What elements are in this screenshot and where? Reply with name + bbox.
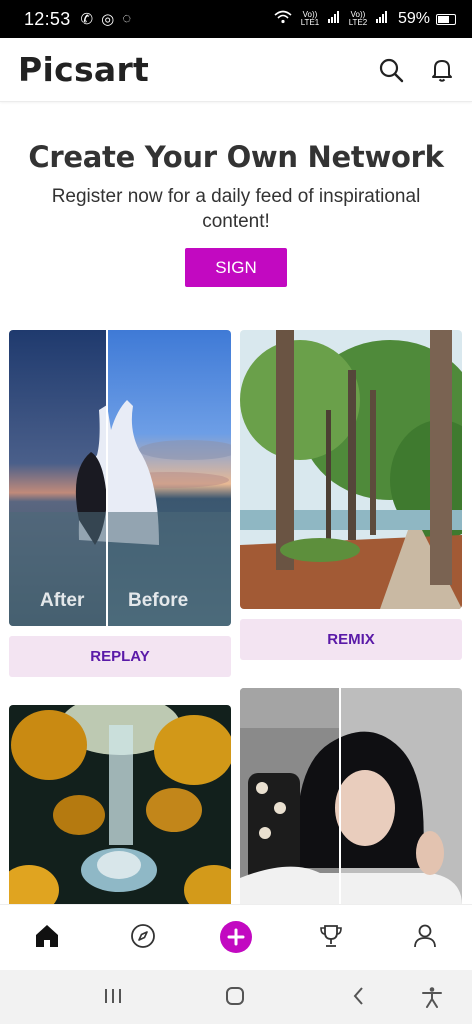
register-promo: Create Your Own Network Register now for…: [0, 140, 472, 317]
wifi-icon: [274, 10, 292, 29]
remix-button[interactable]: REMIX: [240, 619, 462, 660]
bell-icon[interactable]: [430, 57, 454, 83]
signal-icon: [375, 10, 388, 28]
signal-icon: [327, 10, 340, 28]
status-bar: 12:53 ✆ ◎ ◌ Vo)) LTE1 Vo)) LTE2 59%: [0, 0, 472, 38]
after-label: After: [40, 590, 85, 611]
app-notification-icon: ◎: [101, 11, 115, 28]
before-label: Before: [128, 590, 189, 611]
before-after-image: [9, 330, 231, 626]
replay-button[interactable]: REPLAY: [9, 636, 231, 677]
signup-button[interactable]: SIGN UP: [185, 248, 287, 316]
status-time: 12:53: [24, 8, 71, 29]
promo-title: Create Your Own Network: [28, 140, 444, 174]
explore-icon[interactable]: [130, 923, 156, 954]
status-right: Vo)) LTE1 Vo)) LTE2 59%: [274, 10, 456, 29]
battery-icon: [436, 13, 456, 25]
search-icon[interactable]: [378, 57, 404, 83]
picsart-logo: Picsart: [18, 50, 150, 89]
system-navigation-bar: [0, 970, 472, 1024]
battery-percent: 59%: [397, 10, 430, 27]
accessibility-icon[interactable]: [421, 986, 443, 1013]
missed-call-icon: ✆: [80, 11, 94, 28]
forest-image: [240, 330, 462, 609]
lte1-label: Vo)) LTE1: [300, 10, 320, 27]
sync-icon: ◌: [122, 10, 132, 27]
create-icon[interactable]: [220, 921, 252, 958]
app-screen: 12:53 ✆ ◎ ◌ Vo)) LTE1 Vo)) LTE2 59% Pics…: [0, 0, 472, 1024]
home-icon[interactable]: [34, 923, 60, 954]
feed-card-selfie[interactable]: [240, 688, 462, 905]
home-button-icon[interactable]: [225, 986, 245, 1011]
recent-apps-icon[interactable]: [103, 986, 123, 1011]
feed-card-before-after[interactable]: After Before: [9, 330, 231, 626]
feed-card-forest[interactable]: [240, 330, 462, 609]
promo-subtitle: Register now for a daily feed of inspira…: [51, 186, 421, 232]
fantasy-image: [9, 705, 231, 905]
lte2-label: Vo)) LTE2: [348, 10, 368, 27]
selfie-image: [240, 688, 462, 905]
bottom-navigation: [0, 904, 472, 970]
profile-icon[interactable]: [412, 923, 438, 954]
feed-card-fantasy[interactable]: [9, 705, 231, 905]
notification-icons: ✆ ◎ ◌: [81, 10, 132, 28]
app-header: Picsart: [0, 38, 472, 102]
header-actions: [378, 57, 454, 83]
challenges-icon[interactable]: [318, 923, 344, 954]
back-icon[interactable]: [349, 986, 369, 1011]
